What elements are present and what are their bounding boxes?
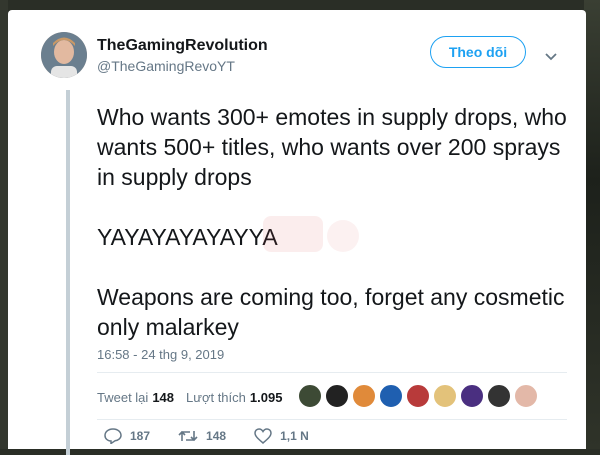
display-name[interactable]: TheGamingRevolution bbox=[97, 37, 268, 55]
likes-count[interactable]: 1.095 bbox=[250, 390, 283, 405]
tweet-paragraph: Who wants 300+ emotes in supply drops, w… bbox=[97, 104, 567, 190]
reply-count: 187 bbox=[130, 429, 151, 443]
liker-avatar[interactable] bbox=[433, 384, 457, 408]
liker-avatar[interactable] bbox=[487, 384, 511, 408]
action-bar: 187 148 1,1 N bbox=[104, 428, 337, 444]
divider bbox=[97, 372, 567, 373]
like-button[interactable]: 1,1 N bbox=[254, 428, 309, 444]
background-left bbox=[0, 0, 8, 449]
avatar[interactable] bbox=[41, 32, 87, 78]
liker-avatars bbox=[298, 384, 541, 408]
liker-avatar[interactable] bbox=[460, 384, 484, 408]
reply-button[interactable]: 187 bbox=[104, 428, 150, 444]
avatar-image bbox=[41, 32, 87, 78]
timestamp[interactable]: 16:58 - 24 thg 9, 2019 bbox=[97, 347, 224, 362]
follow-button[interactable]: Theo dõi bbox=[430, 36, 526, 68]
liker-avatar[interactable] bbox=[298, 384, 322, 408]
retweets-label: Tweet lại bbox=[97, 389, 149, 405]
tweet-card: TheGamingRevolution @TheGamingRevoYT The… bbox=[8, 10, 586, 455]
heart-icon bbox=[254, 428, 272, 444]
tweet-paragraph: Weapons are coming too, forget any cosme… bbox=[97, 284, 565, 340]
user-handle[interactable]: @TheGamingRevoYT bbox=[97, 58, 235, 74]
liker-avatar[interactable] bbox=[352, 384, 376, 408]
liker-avatar[interactable] bbox=[379, 384, 403, 408]
retweet-count: 148 bbox=[206, 429, 227, 443]
watermark bbox=[263, 210, 373, 260]
liker-avatar[interactable] bbox=[514, 384, 538, 408]
divider bbox=[97, 419, 567, 420]
chevron-down-icon[interactable] bbox=[544, 52, 558, 62]
retweet-button[interactable]: 148 bbox=[178, 428, 226, 444]
liker-avatar[interactable] bbox=[406, 384, 430, 408]
liker-avatar[interactable] bbox=[325, 384, 349, 408]
retweets-count[interactable]: 148 bbox=[152, 390, 174, 405]
reply-icon bbox=[104, 428, 122, 444]
like-count: 1,1 N bbox=[280, 429, 309, 443]
retweet-icon bbox=[178, 430, 198, 442]
engagement-stats: Tweet lại 148 Lượt thích 1.095 bbox=[97, 384, 294, 410]
thread-line bbox=[66, 90, 70, 455]
likes-label: Lượt thích bbox=[186, 389, 246, 405]
background-right bbox=[584, 0, 600, 449]
